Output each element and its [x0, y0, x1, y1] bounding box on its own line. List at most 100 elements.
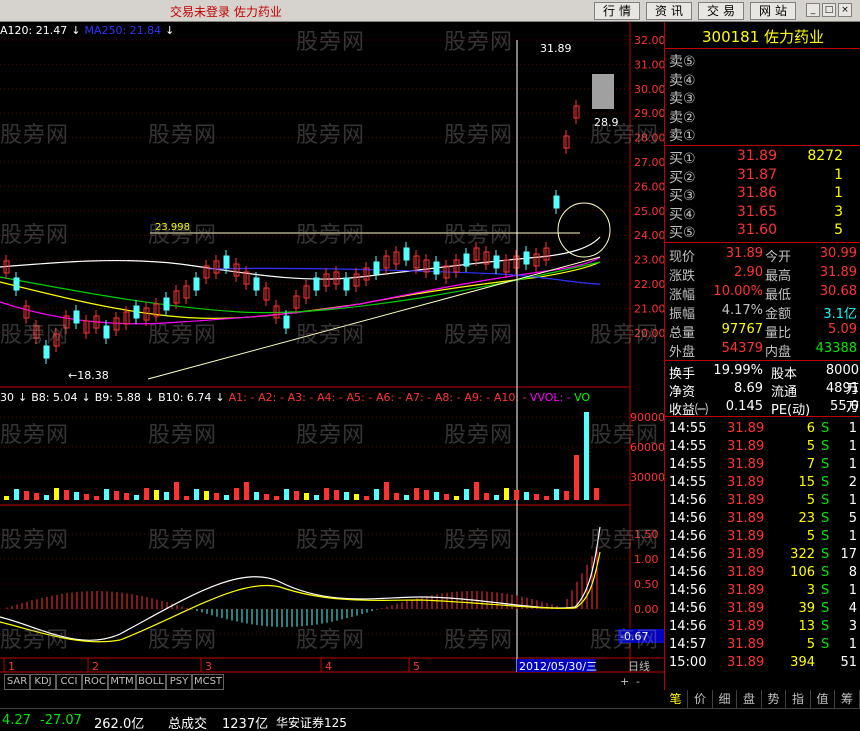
- bid-label: 买③: [669, 188, 696, 204]
- quote-tab[interactable]: 笔: [664, 690, 688, 708]
- bid-label: 买⑤: [669, 225, 696, 241]
- bid-row[interactable]: 买① 31.89 8272: [667, 148, 860, 167]
- volume-bar: [234, 488, 239, 500]
- candle-body: [373, 261, 380, 275]
- header-item: A8: -: [435, 391, 461, 404]
- quote-tab[interactable]: 值: [811, 690, 835, 708]
- high-label: 31.89: [540, 42, 572, 55]
- volume-bar: [594, 488, 599, 500]
- price-tick-label: 30.00: [634, 83, 664, 96]
- bid-volume: 3: [834, 203, 843, 220]
- volume-bar: [204, 491, 209, 500]
- quote-panel: 300181 佐力药业 卖⑤ 卖④ 卖③ 卖② 卖① 买① 31.89 8272 买② 31.8…: [664, 22, 860, 690]
- minimize-icon[interactable]: _: [806, 3, 820, 17]
- volume-bar: [304, 493, 309, 500]
- tick-row: 14:55 31.89 5 S 1: [667, 439, 860, 457]
- ask-label: 卖①: [669, 128, 696, 144]
- tick-count: 1: [848, 493, 857, 508]
- tab-sar[interactable]: SAR: [4, 674, 30, 690]
- candle-body: [283, 315, 290, 329]
- bid-row[interactable]: 买⑤ 31.60 5: [667, 222, 860, 241]
- quote-tab[interactable]: 筹: [835, 690, 860, 708]
- trade-button[interactable]: 交易: [698, 2, 744, 20]
- stat-value: 43388: [815, 341, 857, 356]
- zoom-in-button[interactable]: +: [620, 675, 629, 688]
- website-button[interactable]: 网站: [750, 2, 796, 20]
- stat-value: 10.00%: [713, 284, 763, 299]
- stat-label: 涨幅: [669, 288, 696, 303]
- candle-body: [313, 277, 320, 291]
- price-tick-label: 21.00: [634, 302, 664, 315]
- tick-row: 14:56 31.89 322 S 17: [667, 547, 860, 565]
- tick-volume: 5: [806, 529, 815, 544]
- volume-bar: [264, 494, 269, 500]
- bid-row[interactable]: 买④ 31.65 3: [667, 204, 860, 223]
- header-item: A5: -: [347, 391, 373, 404]
- tab-psy[interactable]: PSY: [166, 674, 192, 690]
- top-toolbar: 交易未登录 佐力药业 行情 资讯 交易 网站 _ □ ×: [0, 0, 860, 22]
- volume-bar: [144, 488, 149, 500]
- price-tick-label: 32.00: [634, 34, 664, 47]
- tick-volume: 15: [798, 475, 815, 490]
- quote-tab[interactable]: 指: [786, 690, 811, 708]
- tab-kdj[interactable]: KDJ: [30, 674, 56, 690]
- bid-row[interactable]: 买② 31.87 1: [667, 167, 860, 186]
- tab-mtm[interactable]: MTM: [108, 674, 136, 690]
- volume-bar: [324, 488, 329, 500]
- header-item: A2: -: [258, 391, 284, 404]
- zoom-out-button[interactable]: -: [636, 675, 640, 688]
- tab-boll[interactable]: BOLL: [136, 674, 166, 690]
- bid-row[interactable]: 买③ 31.86 1: [667, 185, 860, 204]
- tick-row: 14:56 31.89 39 S 4: [667, 601, 860, 619]
- price-tick-label: 20.00: [634, 327, 664, 340]
- close-icon[interactable]: ×: [838, 3, 852, 17]
- quote-tab[interactable]: 细: [713, 690, 737, 708]
- candle-body: [463, 253, 470, 267]
- tick-count: 1: [848, 421, 857, 436]
- period-label[interactable]: 日线: [628, 659, 650, 673]
- volume-tick-label: 90000: [630, 411, 664, 424]
- header-item: A9: -: [464, 391, 490, 404]
- ask-row[interactable]: 卖⑤: [667, 51, 860, 70]
- news-button[interactable]: 资讯: [646, 2, 692, 20]
- login-status: 交易未登录 佐力药业: [170, 5, 282, 19]
- tick-price: 31.89: [727, 547, 765, 562]
- tab-cci[interactable]: CCI: [56, 674, 82, 690]
- header-item: A7: -: [405, 391, 431, 404]
- stat-label: 最低: [765, 288, 792, 303]
- volume-bar: [64, 490, 69, 500]
- tick-count: 1: [848, 637, 857, 652]
- volume-bar: [514, 490, 519, 500]
- volume-bar: [524, 492, 529, 500]
- ask-row[interactable]: 卖④: [667, 70, 860, 89]
- quote-tab[interactable]: 势: [762, 690, 786, 708]
- maximize-icon[interactable]: □: [822, 3, 836, 17]
- stat-value: 30.68: [819, 284, 857, 299]
- volume-bar: [134, 495, 139, 500]
- header-item: B8: 5.04: [31, 391, 77, 404]
- stock-chart[interactable]: A120: 21.47 ↓ MA250: 21.84 ↓ 30 ↓ B8: 5.04 ↓ B9…: [0, 22, 664, 690]
- header-item: MA250: 21.84: [84, 24, 161, 37]
- volume-bar: [354, 494, 359, 500]
- stat-label: 外盘: [669, 345, 696, 360]
- tab-roc[interactable]: ROC: [82, 674, 108, 690]
- quote-tab[interactable]: 价: [688, 690, 713, 708]
- market-button[interactable]: 行情: [594, 2, 640, 20]
- volume-bar: [584, 412, 589, 500]
- volume-bar: [194, 489, 199, 500]
- level-label: 23.998: [155, 222, 190, 233]
- quote-tab[interactable]: 盘: [737, 690, 762, 708]
- stat-value: 31.89: [725, 246, 763, 261]
- macd-tick-label: 0.00: [634, 603, 659, 616]
- ask-row[interactable]: 卖③: [667, 88, 860, 107]
- ask-row[interactable]: 卖①: [667, 125, 860, 144]
- candle-body: [193, 277, 200, 291]
- header-item: ↓: [81, 391, 90, 404]
- volume-bar: [24, 491, 29, 500]
- price-tick-label: 24.00: [634, 229, 664, 242]
- fundamental-row: 换手 19.99% 股本 8000万: [667, 363, 860, 397]
- tab-mcst[interactable]: MCST: [192, 674, 224, 690]
- candle-body: [163, 297, 170, 311]
- volume-bar: [124, 493, 129, 500]
- ask-row[interactable]: 卖②: [667, 107, 860, 126]
